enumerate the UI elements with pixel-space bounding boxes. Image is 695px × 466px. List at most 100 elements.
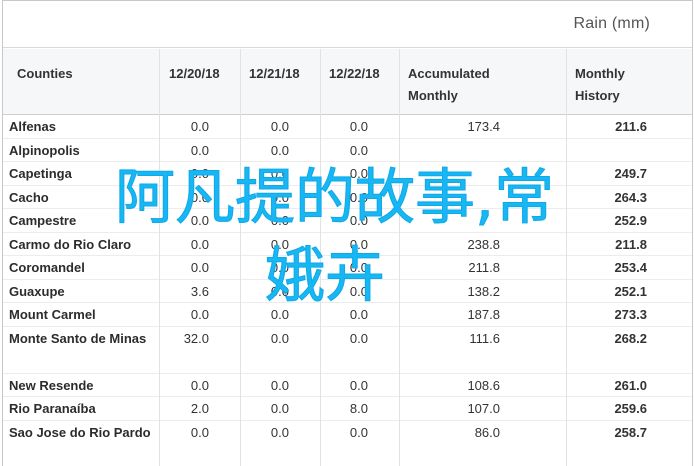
- county-name: Guaxupe: [9, 283, 65, 299]
- column-divider: [240, 49, 241, 466]
- header-accumulated-line1: Accumulated: [408, 66, 490, 81]
- cell-d2: 0.0: [270, 166, 289, 181]
- cell-d3: 0.0: [349, 119, 368, 134]
- cell-d1: 0.0: [190, 213, 209, 228]
- cell-acc: 211.8: [468, 260, 500, 275]
- table-row[interactable]: Mount Carmel 0.0 0.0 0.0 187.8 273.3: [3, 303, 692, 327]
- cell-d3: 8.0: [349, 401, 368, 416]
- cell-hist: 259.6: [614, 401, 647, 416]
- cell-hist: 252.1: [614, 283, 647, 299]
- cell-d1: 0.0: [190, 189, 209, 205]
- cell-d2: 0.0: [270, 307, 289, 322]
- cell-d3: 0.0: [349, 213, 368, 228]
- header-date-1[interactable]: 12/20/18: [169, 63, 220, 85]
- cell-d2: 0.0: [270, 119, 289, 134]
- cell-d3: 0.0: [349, 424, 368, 440]
- table-row[interactable]: Sao Jose do Rio Pardo 0.0 0.0 0.0 86.0 258.7: [3, 420, 692, 466]
- header-date-2[interactable]: 12/21/18: [249, 63, 300, 85]
- header-date-3[interactable]: 12/22/18: [329, 63, 380, 85]
- cell-hist: 258.7: [614, 424, 647, 440]
- rain-table-widget: Rain (mm) Counties 12/20/18 12/21/18 12/…: [2, 0, 693, 466]
- table-row[interactable]: Capetinga 0.0 0.0 0.0 249.7: [3, 162, 692, 186]
- cell-d3: 0.0: [349, 236, 368, 252]
- county-name: Campestre: [9, 213, 77, 228]
- unit-label: Rain (mm): [573, 15, 650, 32]
- table-row[interactable]: Cacho 0.0 0.0 0.0 264.3: [3, 185, 692, 209]
- county-name: Coromandel: [9, 260, 85, 275]
- table-row[interactable]: Guaxupe 3.6 0.0 0.0 138.2 252.1: [3, 279, 692, 303]
- cell-d3: 0.0: [349, 377, 368, 393]
- cell-d3: 0.0: [349, 283, 368, 299]
- cell-hist: 249.7: [614, 166, 647, 181]
- column-divider: [566, 49, 567, 466]
- cell-d2: 0.0: [270, 142, 289, 158]
- county-name: Alfenas: [9, 119, 56, 134]
- cell-d1: 32.0: [183, 330, 209, 346]
- cell-d1: 0.0: [190, 377, 209, 393]
- cell-acc: 173.4: [467, 119, 500, 134]
- table-row[interactable]: Campestre 0.0 0.0 0.0 252.9: [3, 209, 692, 233]
- cell-hist: 211.8: [615, 236, 647, 252]
- cell-d2: 0.0: [270, 424, 289, 440]
- cell-d2: 0.0: [270, 401, 289, 416]
- cell-d1: 2.0: [190, 401, 209, 416]
- cell-d3: 0.0: [349, 330, 368, 346]
- table-row[interactable]: Monte Santo de Minas 32.0 0.0 0.0 111.6 268.2: [3, 326, 692, 374]
- table-row[interactable]: Alfenas 0.0 0.0 0.0 173.4 211.6: [3, 115, 692, 139]
- cell-acc: 107.0: [467, 401, 500, 416]
- county-name: Sao Jose do Rio Pardo: [9, 424, 151, 440]
- column-divider: [320, 49, 321, 466]
- cell-d2: 0.0: [270, 213, 289, 228]
- cell-hist: 261.0: [614, 377, 647, 393]
- cell-acc: 86.0: [474, 424, 500, 440]
- cell-d3: 0.0: [349, 260, 368, 275]
- cell-acc: 111.6: [469, 330, 500, 346]
- county-name: Capetinga: [9, 166, 72, 181]
- cell-hist: 253.4: [614, 260, 647, 275]
- cell-hist: 264.3: [614, 189, 647, 205]
- cell-d2: 0.0: [270, 377, 289, 393]
- table-body: Alfenas 0.0 0.0 0.0 173.4 211.6 Alpinopolis 0.0…: [3, 115, 692, 466]
- cell-d1: 3.6: [190, 283, 209, 299]
- header-history-line1: Monthly: [575, 66, 625, 81]
- table-row[interactable]: Alpinopolis 0.0 0.0 0.0: [3, 138, 692, 162]
- cell-d2: 0.0: [270, 330, 289, 346]
- cell-d3: 0.0: [349, 142, 368, 158]
- cell-d2: 0.0: [270, 189, 289, 205]
- cell-d1: 0.0: [190, 260, 209, 275]
- column-divider: [159, 49, 160, 466]
- widget-header: Rain (mm): [3, 1, 692, 48]
- cell-d1: 0.0: [190, 142, 209, 158]
- cell-acc: 187.8: [467, 307, 500, 322]
- cell-d1: 0.0: [190, 307, 209, 322]
- table-row[interactable]: Carmo do Rio Claro 0.0 0.0 0.0 238.8 211.8: [3, 232, 692, 256]
- cell-d2: 0.0: [270, 260, 289, 275]
- county-name: New Resende: [9, 377, 94, 393]
- table-header: Counties 12/20/18 12/21/18 12/22/18 Accu…: [3, 49, 692, 115]
- cell-d2: 0.0: [270, 283, 289, 299]
- cell-acc: 138.2: [467, 283, 500, 299]
- header-accumulated[interactable]: Accumulated Monthly: [408, 63, 490, 107]
- cell-d3: 0.0: [349, 166, 368, 181]
- cell-d1: 0.0: [190, 236, 209, 252]
- header-history-line2: History: [575, 88, 620, 103]
- cell-hist: 268.2: [614, 330, 647, 346]
- cell-hist: 273.3: [614, 307, 647, 322]
- table-row[interactable]: Coromandel 0.0 0.0 0.0 211.8 253.4: [3, 256, 692, 280]
- cell-acc: 108.6: [467, 377, 500, 393]
- header-counties[interactable]: Counties: [17, 63, 73, 85]
- cell-d1: 0.0: [190, 166, 209, 181]
- county-name: Cacho: [9, 189, 49, 205]
- cell-d2: 0.0: [270, 236, 289, 252]
- table-row[interactable]: Rio Paranaíba 2.0 0.0 8.0 107.0 259.6: [3, 397, 692, 421]
- county-name: Monte Santo de Minas: [9, 330, 147, 346]
- cell-d3: 0.0: [349, 307, 368, 322]
- cell-d3: 0.0: [349, 189, 368, 205]
- table-row[interactable]: New Resende 0.0 0.0 0.0 108.6 261.0: [3, 373, 692, 397]
- header-history[interactable]: Monthly History: [575, 63, 625, 107]
- header-accumulated-line2: Monthly: [408, 88, 458, 103]
- cell-d1: 0.0: [190, 424, 209, 440]
- cell-hist: 211.6: [615, 119, 647, 134]
- county-name: Alpinopolis: [9, 142, 80, 158]
- county-name: Rio Paranaíba: [9, 401, 96, 416]
